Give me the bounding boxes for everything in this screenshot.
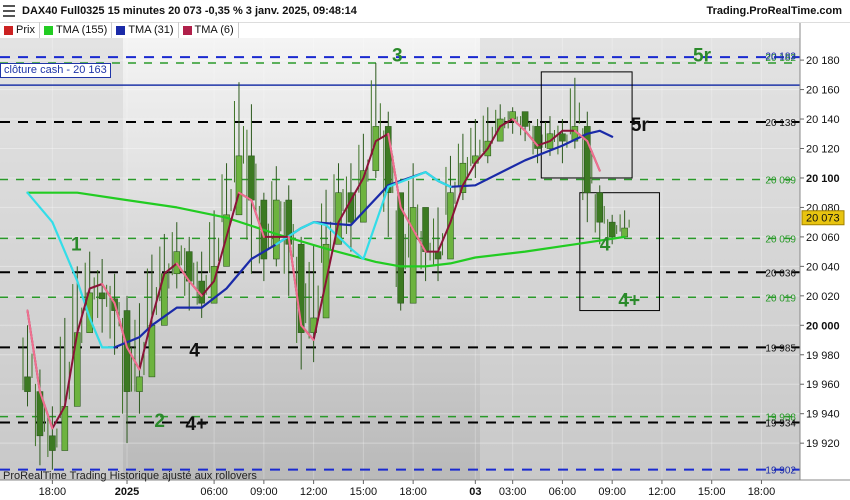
y-tick-label: 20 000 [806,320,840,332]
candle-body [509,111,516,120]
x-tick-label: 09:00 [250,486,278,498]
x-tick-label: 15:00 [350,486,378,498]
legend-item[interactable]: TMA (31) [112,22,179,38]
candle-body [61,406,69,451]
wave-label: 2 [154,411,165,432]
level-label: 20 059 [765,234,796,245]
level-label: 20 019 [765,293,796,304]
legend-item[interactable]: Prix [0,22,40,38]
candle-body [49,435,56,451]
current-price-label: 20 073 [806,213,840,225]
wave-label: 4 [189,340,200,361]
legend-swatch [182,25,192,35]
y-tick-label: 20 140 [806,114,840,126]
level-label: 19 902 [765,466,796,477]
instrument-title: DAX40 Full0325 15 minutes 20 073 -0,35 %… [22,5,357,17]
y-tick-label: 20 100 [806,173,840,185]
level-label: 20 138 [765,118,796,129]
y-tick-label: 20 120 [806,144,840,156]
x-tick-label: 12:00 [300,486,328,498]
x-tick-label: 12:00 [648,486,676,498]
legend-label: TMA (6) [194,24,234,36]
indicator-legend: Prix TMA (155) TMA (31) TMA (6) [0,22,239,38]
y-tick-label: 19 940 [806,409,840,421]
x-tick-label: 18:00 [39,486,67,498]
wave-label: 5r [631,115,650,136]
level-label: 20 036 [765,268,796,279]
level-label: 20 099 [765,175,796,186]
x-tick-label: 2025 [115,486,139,498]
candle-body [422,207,429,252]
legend-label: TMA (31) [128,24,174,36]
wave-label: 3 [392,46,403,67]
menu-icon[interactable] [3,5,15,17]
candle-body [248,155,255,201]
candle-body [148,324,156,378]
legend-swatch [43,25,53,35]
y-tick-label: 20 060 [806,232,840,244]
candle-body [521,111,529,127]
cash-close-label: clôture cash - 20 163 [0,63,111,78]
footer-note: ProRealTime Trading Historique ajusté au… [3,470,257,482]
level-label: 20 183 [765,52,796,63]
x-tick-label: 03 [469,486,481,498]
candle-body [235,155,243,216]
legend-item[interactable]: TMA (6) [179,22,239,38]
y-tick-label: 19 920 [806,438,840,450]
price-chart[interactable]: 3 5r5r1 44+42 4+ 20 18220 18320 13820 09920… [0,0,850,500]
candle-body [98,292,106,300]
candle-body [596,192,604,223]
y-tick-label: 20 160 [806,85,840,97]
legend-item[interactable]: TMA (155) [40,22,113,38]
x-tick-label: 06:00 [549,486,577,498]
x-tick-label: 09:00 [598,486,626,498]
legend-label: Prix [16,24,35,36]
x-tick-label: 18:00 [399,486,427,498]
brand-label: Trading.ProRealTime.com [706,5,842,17]
wave-label: 4 [600,234,611,255]
x-tick-label: 06:00 [200,486,228,498]
candle-body [434,251,442,260]
chart-header: DAX40 Full0325 15 minutes 20 073 -0,35 %… [0,0,850,23]
wave-label: 4+ [185,414,207,435]
y-tick-label: 20 040 [806,261,840,273]
candle-body [621,227,628,238]
y-tick-label: 20 180 [806,55,840,67]
x-axis: 18:00 2025 06:00 09:00 12:00 15:00 18:00 03 03:0… [0,479,850,500]
y-tick-label: 20 020 [806,291,840,303]
wave-label: 4+ [618,290,640,311]
wave-label: 5r [693,46,712,67]
x-tick-label: 15:00 [698,486,726,498]
x-tick-label: 03:00 [499,486,527,498]
legend-swatch [116,25,126,35]
x-tick-label: 18:00 [748,486,776,498]
candle-body [409,207,417,304]
wave-label: 1 [71,234,82,255]
candle-body [583,126,591,194]
level-label: 19 985 [765,343,796,354]
legend-label: TMA (155) [55,24,108,36]
candle-body [24,376,31,392]
y-tick-label: 19 960 [806,379,840,391]
legend-swatch [4,25,13,35]
level-label: 19 934 [765,419,796,430]
y-tick-label: 19 980 [806,350,840,362]
candle-body [272,199,280,260]
candle-body [559,133,566,142]
candle-body [136,376,143,392]
